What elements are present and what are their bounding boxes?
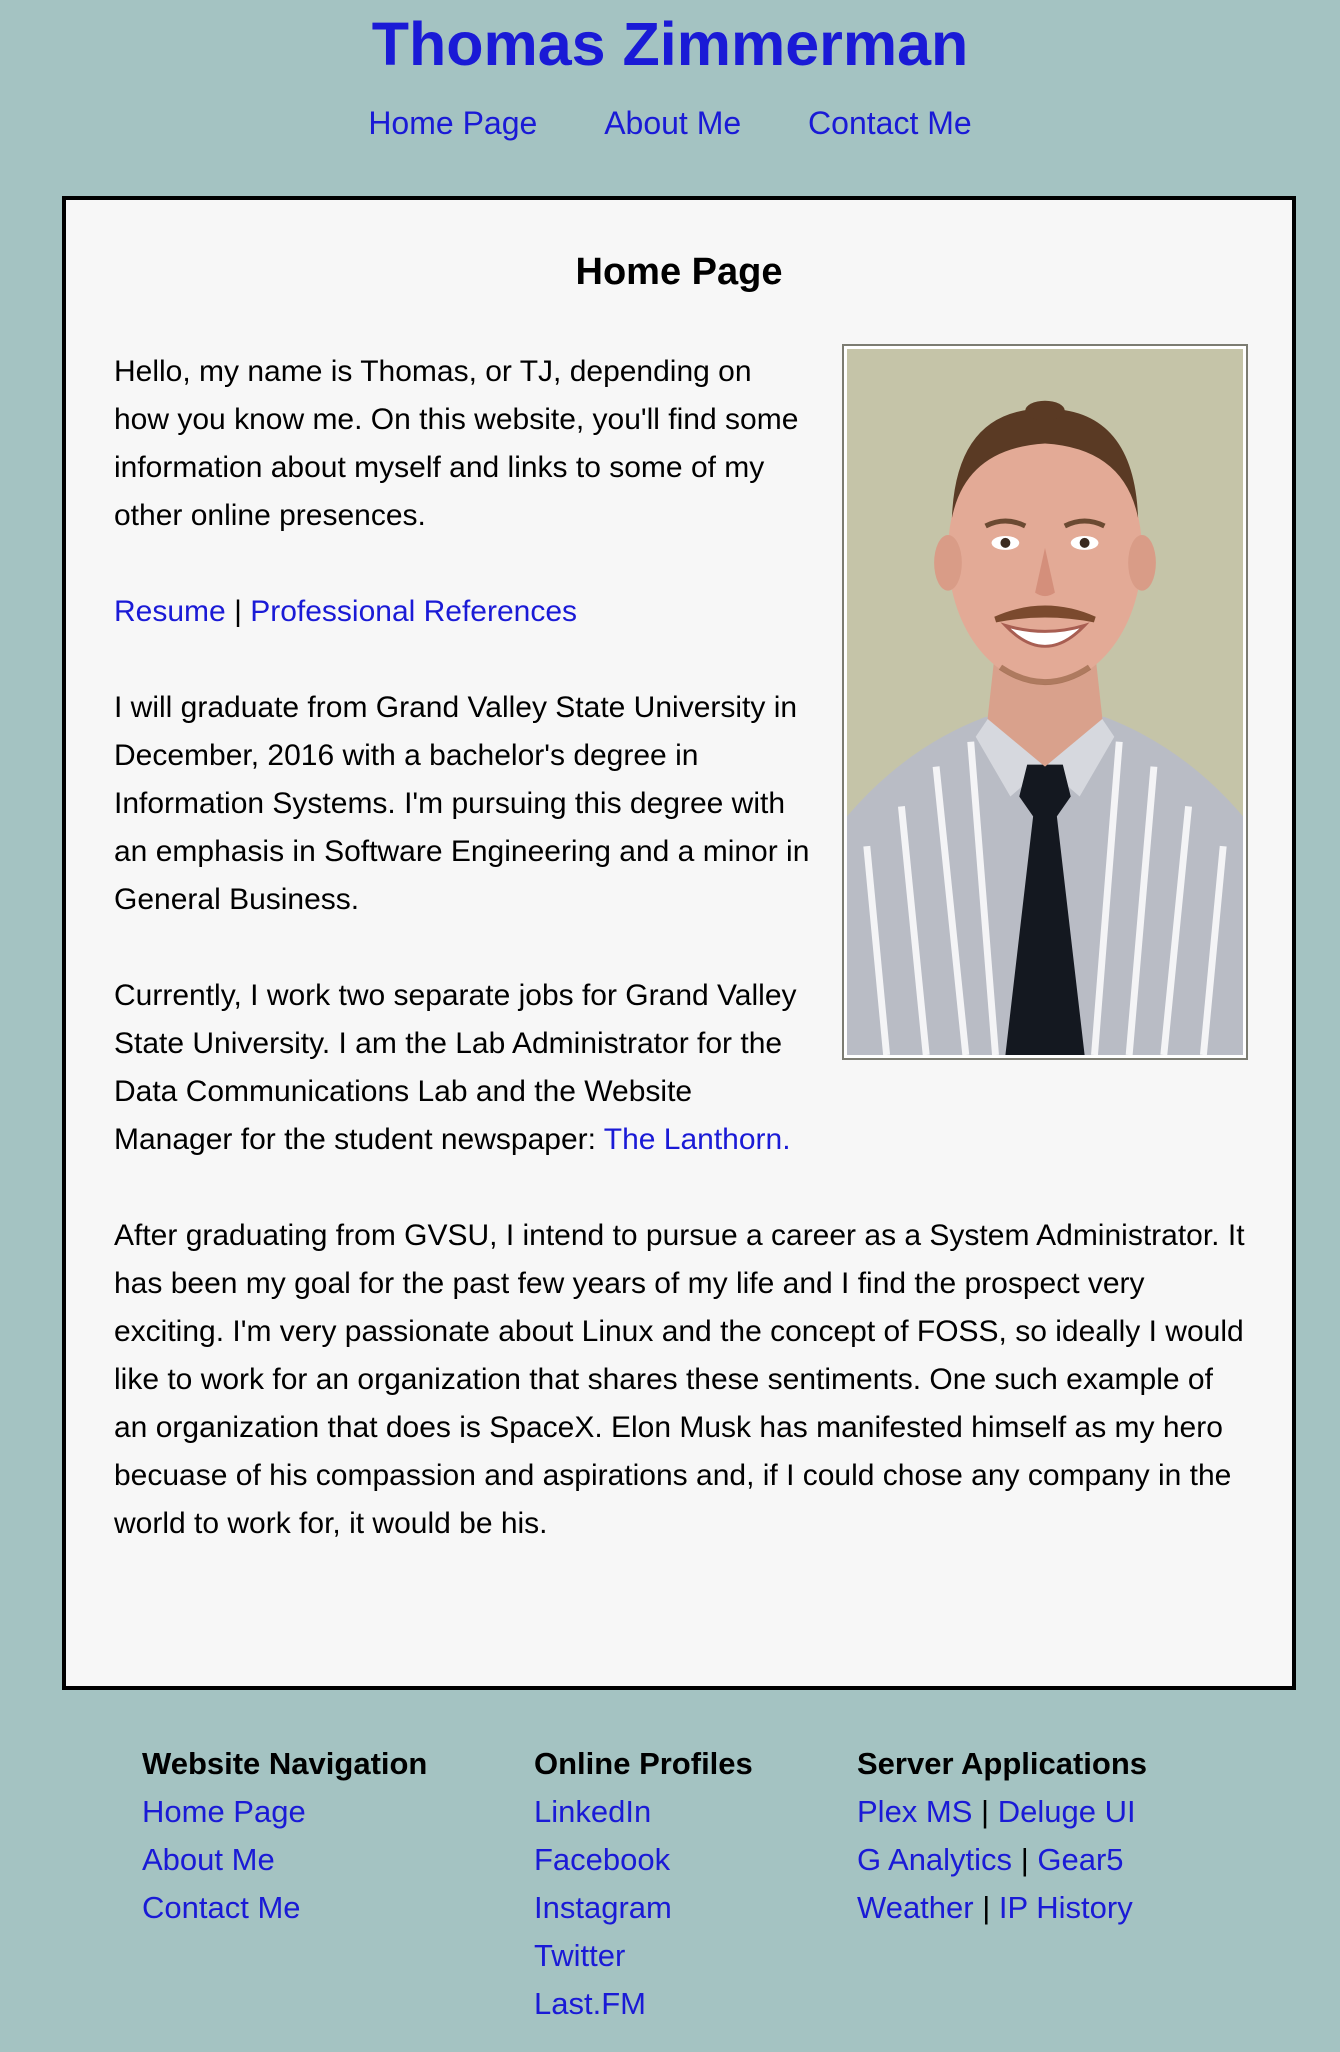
footer-servers-list: Plex MS | Deluge UI G Analytics | Gear5 … xyxy=(857,1788,1147,1932)
lanthorn-link[interactable]: The Lanthorn. xyxy=(604,1123,791,1156)
nav-about-me-link[interactable]: About Me xyxy=(604,98,741,148)
weather-link[interactable]: Weather xyxy=(857,1890,974,1925)
footer-profiles-title: Online Profiles xyxy=(534,1746,753,1781)
footer: Website Navigation Home Page About Me Co… xyxy=(0,1740,1340,2040)
nav-contact-me-link[interactable]: Contact Me xyxy=(808,98,972,148)
server-separator: | xyxy=(981,1794,990,1829)
instagram-link[interactable]: Instagram xyxy=(534,1890,672,1925)
footer-navigation-list: Home Page About Me Contact Me xyxy=(142,1788,427,1932)
footer-server-applications: Server Applications Plex MS | Deluge UI … xyxy=(857,1740,1147,1932)
linkedin-link[interactable]: LinkedIn xyxy=(534,1794,651,1829)
lastfm-link[interactable]: Last.FM xyxy=(534,1986,646,2021)
footer-contact-me-link[interactable]: Contact Me xyxy=(142,1890,301,1925)
profile-photo-image xyxy=(847,349,1243,1055)
gear5-link[interactable]: Gear5 xyxy=(1037,1842,1123,1877)
footer-online-profiles: Online Profiles LinkedIn Facebook Instag… xyxy=(534,1740,753,2028)
nav-home-page-link[interactable]: Home Page xyxy=(368,98,537,148)
footer-navigation-title: Website Navigation xyxy=(142,1746,428,1781)
page-heading: Home Page xyxy=(575,251,783,293)
career-paragraph: After graduating from GVSU, I intend to … xyxy=(114,1219,1245,1540)
g-analytics-link[interactable]: G Analytics xyxy=(857,1842,1012,1877)
twitter-link[interactable]: Twitter xyxy=(534,1938,625,1973)
footer-website-navigation: Website Navigation Home Page About Me Co… xyxy=(142,1740,427,1932)
server-separator: | xyxy=(982,1890,991,1925)
ip-history-link[interactable]: IP History xyxy=(999,1890,1133,1925)
footer-servers-title: Server Applications xyxy=(857,1746,1148,1781)
server-separator: | xyxy=(1020,1842,1029,1877)
footer-about-me-link[interactable]: About Me xyxy=(142,1842,275,1877)
profile-photo xyxy=(842,344,1248,1060)
footer-profiles-list: LinkedIn Facebook Instagram Twitter Last… xyxy=(534,1788,753,2028)
body-text: Hello, my name is Thomas, or TJ, dependi… xyxy=(114,344,1248,1596)
facebook-link[interactable]: Facebook xyxy=(534,1842,670,1877)
resume-link[interactable]: Resume xyxy=(114,595,226,628)
footer-home-page-link[interactable]: Home Page xyxy=(142,1794,306,1829)
site-title: Thomas Zimmerman xyxy=(371,10,969,78)
professional-references-link[interactable]: Professional References xyxy=(250,595,577,628)
deluge-ui-link[interactable]: Deluge UI xyxy=(998,1794,1136,1829)
plex-ms-link[interactable]: Plex MS xyxy=(857,1794,972,1829)
top-nav: Home Page About Me Contact Me xyxy=(0,98,1340,148)
link-separator: | xyxy=(234,595,242,628)
main-content-box: Home Page Hello, my name is Thomas, or T… xyxy=(62,196,1296,1690)
